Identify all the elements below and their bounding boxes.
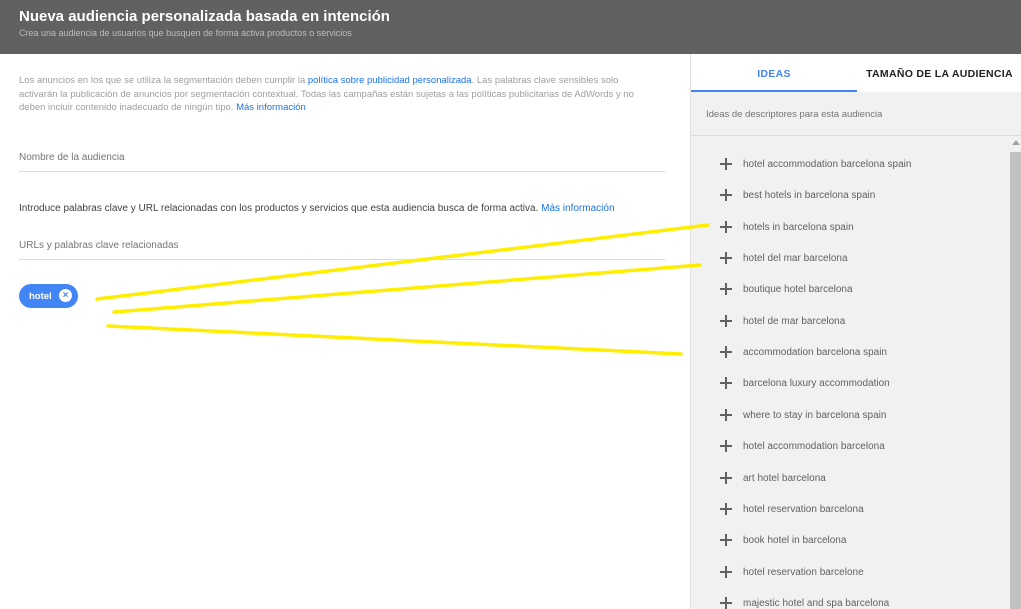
- plus-icon[interactable]: [719, 188, 733, 202]
- plus-icon[interactable]: [719, 345, 733, 359]
- keywords-more-info-link[interactable]: Más información: [541, 203, 614, 214]
- plus-icon[interactable]: [719, 157, 733, 171]
- idea-item[interactable]: book hotel in barcelona: [719, 530, 846, 550]
- idea-item[interactable]: barcelona luxury accommodation: [719, 373, 890, 393]
- idea-label: hotel de mar barcelona: [743, 315, 846, 327]
- idea-item[interactable]: hotels in barcelona spain: [719, 217, 854, 237]
- plus-icon[interactable]: [719, 596, 733, 609]
- policy-text-1: Los anuncios en los que se utiliza la se…: [19, 75, 308, 86]
- idea-item[interactable]: hotel de mar barcelona: [719, 311, 845, 331]
- keywords-intro-text: Introduce palabras clave y URL relaciona…: [19, 203, 542, 214]
- scrollbar-thumb[interactable]: [1010, 152, 1021, 609]
- tab-audience-size[interactable]: TAMAÑO DE LA AUDIENCIA: [857, 54, 1021, 92]
- close-circle-icon[interactable]: ×: [59, 289, 72, 302]
- idea-label: book hotel in barcelona: [743, 534, 847, 546]
- plus-icon[interactable]: [719, 471, 733, 485]
- idea-label: art hotel barcelona: [743, 472, 826, 484]
- plus-icon[interactable]: [719, 376, 733, 390]
- audience-name-field[interactable]: Nombre de la audiencia: [19, 152, 665, 172]
- plus-icon[interactable]: [719, 565, 733, 579]
- idea-item[interactable]: hotel accommodation barcelona spain: [719, 154, 911, 174]
- idea-label: hotel reservation barcelona: [743, 503, 864, 515]
- idea-item[interactable]: hotel reservation barcelone: [719, 562, 864, 582]
- dialog-subtitle: Crea una audiencia de usuarios que busqu…: [19, 28, 352, 38]
- keyword-chip-label: hotel: [29, 290, 52, 302]
- plus-icon[interactable]: [719, 282, 733, 296]
- policy-link[interactable]: política sobre publicidad personalizada: [308, 75, 472, 86]
- idea-item[interactable]: majestic hotel and spa barcelona: [719, 593, 889, 609]
- idea-label: accommodation barcelona spain: [743, 346, 887, 358]
- panel-tabs: IDEAS TAMAÑO DE LA AUDIENCIA: [691, 54, 1021, 92]
- idea-label: hotel accommodation barcelona spain: [743, 158, 912, 170]
- scroll-up-arrow-icon[interactable]: [1012, 140, 1020, 145]
- plus-icon[interactable]: [719, 502, 733, 516]
- idea-item[interactable]: hotel reservation barcelona: [719, 499, 864, 519]
- plus-icon[interactable]: [719, 533, 733, 547]
- ideas-panel: IDEAS TAMAÑO DE LA AUDIENCIA Ideas de de…: [690, 54, 1021, 609]
- idea-label: hotels in barcelona spain: [743, 221, 854, 233]
- plus-icon[interactable]: [719, 251, 733, 265]
- policy-more-info-link[interactable]: Más información: [236, 102, 306, 113]
- idea-label: barcelona luxury accommodation: [743, 377, 890, 389]
- idea-label: where to stay in barcelona spain: [743, 409, 887, 421]
- keyword-chip[interactable]: hotel ×: [19, 284, 78, 308]
- idea-item[interactable]: accommodation barcelona spain: [719, 342, 887, 362]
- idea-item[interactable]: where to stay in barcelona spain: [719, 405, 886, 425]
- idea-label: boutique hotel barcelona: [743, 283, 853, 295]
- idea-item[interactable]: art hotel barcelona: [719, 468, 826, 488]
- plus-icon[interactable]: [719, 408, 733, 422]
- tab-ideas[interactable]: IDEAS: [691, 54, 857, 92]
- dialog-header: Nueva audiencia personalizada basada en …: [0, 0, 1021, 54]
- plus-icon[interactable]: [719, 220, 733, 234]
- keywords-intro: Introduce palabras clave y URL relaciona…: [19, 203, 615, 214]
- idea-item[interactable]: boutique hotel barcelona: [719, 279, 853, 299]
- idea-label: hotel reservation barcelone: [743, 566, 864, 578]
- urls-keywords-field[interactable]: URLs y palabras clave relacionadas: [19, 240, 665, 260]
- idea-item[interactable]: hotel del mar barcelona: [719, 248, 848, 268]
- audience-form-panel: Los anuncios en los que se utiliza la se…: [0, 54, 690, 609]
- dialog-title: Nueva audiencia personalizada basada en …: [19, 8, 390, 25]
- divider: [691, 135, 1021, 136]
- idea-label: majestic hotel and spa barcelona: [743, 597, 890, 609]
- idea-label: hotel del mar barcelona: [743, 252, 848, 264]
- idea-label: hotel accommodation barcelona: [743, 440, 885, 452]
- idea-item[interactable]: hotel accommodation barcelona: [719, 436, 885, 456]
- idea-label: best hotels in barcelona spain: [743, 189, 876, 201]
- ideas-caption: Ideas de descriptores para esta audienci…: [706, 109, 883, 120]
- plus-icon[interactable]: [719, 439, 733, 453]
- ideas-scrollbar[interactable]: [1009, 138, 1021, 609]
- plus-icon[interactable]: [719, 314, 733, 328]
- idea-item[interactable]: best hotels in barcelona spain: [719, 185, 875, 205]
- policy-notice: Los anuncios en los que se utiliza la se…: [19, 74, 659, 115]
